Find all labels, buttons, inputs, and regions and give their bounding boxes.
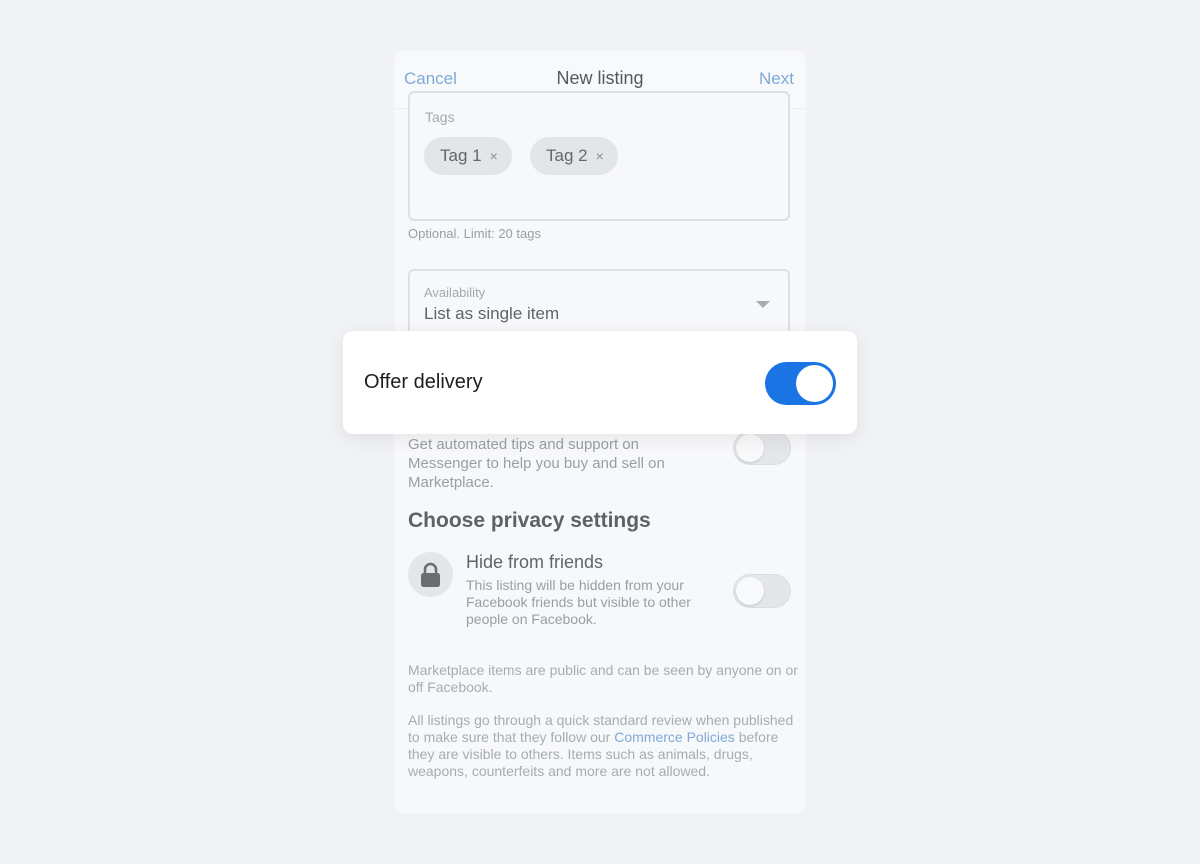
hide-from-friends-description: This listing will be hidden from your Fa… bbox=[466, 577, 691, 627]
toggle-knob bbox=[736, 434, 764, 462]
toggle-knob bbox=[796, 365, 833, 402]
tag-chip[interactable]: Tag 2 × bbox=[530, 137, 618, 175]
availability-select[interactable]: Availability List as single item bbox=[408, 269, 790, 339]
lock-icon bbox=[421, 562, 440, 587]
tag-chip[interactable]: Tag 1 × bbox=[424, 137, 512, 175]
offer-delivery-card: Offer delivery bbox=[343, 331, 857, 434]
commerce-policies-link[interactable]: Commerce Policies bbox=[614, 729, 735, 745]
caret-down-icon bbox=[756, 301, 770, 308]
page-title: New listing bbox=[556, 68, 644, 88]
next-button[interactable]: Next bbox=[759, 69, 794, 89]
stage: Cancel New listing Next Tags Tag 1 × Tag… bbox=[0, 0, 1200, 864]
availability-label: Availability bbox=[424, 285, 486, 300]
lock-icon-container bbox=[408, 552, 453, 597]
tag-chip-label: Tag 1 bbox=[440, 146, 482, 165]
offer-delivery-label: Offer delivery bbox=[364, 371, 483, 393]
availability-value: List as single item bbox=[424, 304, 560, 323]
offer-delivery-toggle[interactable] bbox=[765, 362, 836, 405]
hide-from-friends-title: Hide from friends bbox=[466, 552, 604, 572]
tags-label: Tags bbox=[425, 109, 455, 125]
tags-helper-text: Optional. Limit: 20 tags bbox=[408, 226, 541, 241]
hide-from-friends-toggle[interactable] bbox=[733, 574, 791, 608]
messenger-tips-toggle[interactable] bbox=[733, 431, 791, 465]
tags-field[interactable]: Tags Tag 1 × Tag 2 × bbox=[408, 91, 790, 221]
privacy-heading: Choose privacy settings bbox=[408, 509, 651, 532]
messenger-tips-text: Get automated tips and support on Messen… bbox=[408, 436, 665, 491]
tag-chip-label: Tag 2 bbox=[546, 146, 588, 165]
review-note: All listings go through a quick standard… bbox=[408, 712, 798, 780]
close-icon[interactable]: × bbox=[596, 148, 604, 164]
close-icon[interactable]: × bbox=[490, 148, 498, 164]
toggle-knob bbox=[736, 577, 764, 605]
public-note: Marketplace items are public and can be … bbox=[408, 662, 798, 695]
